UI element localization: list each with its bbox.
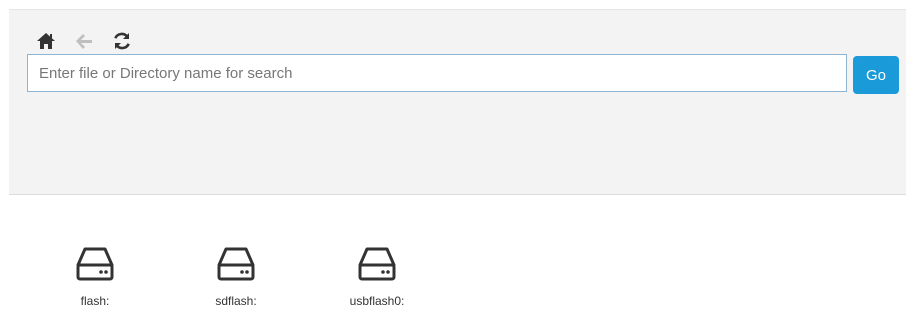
drive-label: flash: xyxy=(80,294,110,308)
hard-drive-icon xyxy=(356,244,398,284)
go-button[interactable]: Go xyxy=(853,56,899,94)
navigation-toolbar xyxy=(35,32,133,55)
drive-item-usbflash0[interactable]: usbflash0: xyxy=(337,236,417,310)
home-button[interactable] xyxy=(35,32,57,55)
hard-drive-icon xyxy=(215,244,257,284)
refresh-icon xyxy=(112,32,132,55)
back-button[interactable] xyxy=(73,33,95,53)
search-row: Go xyxy=(27,54,899,94)
back-arrow-icon xyxy=(74,32,94,55)
search-input[interactable] xyxy=(27,54,847,92)
drive-item-flash[interactable]: flash: xyxy=(55,236,135,310)
search-panel: Go xyxy=(9,9,906,195)
drive-label: sdflash: xyxy=(215,294,257,308)
refresh-button[interactable] xyxy=(111,32,133,55)
drive-list: flash: sdflash: usbflash0: xyxy=(0,236,908,310)
drive-item-sdflash[interactable]: sdflash: xyxy=(196,236,276,310)
drive-label: usbflash0: xyxy=(349,294,405,308)
home-icon xyxy=(36,32,56,55)
hard-drive-icon xyxy=(74,244,116,284)
file-browser-page: Go flash: xyxy=(0,0,908,310)
